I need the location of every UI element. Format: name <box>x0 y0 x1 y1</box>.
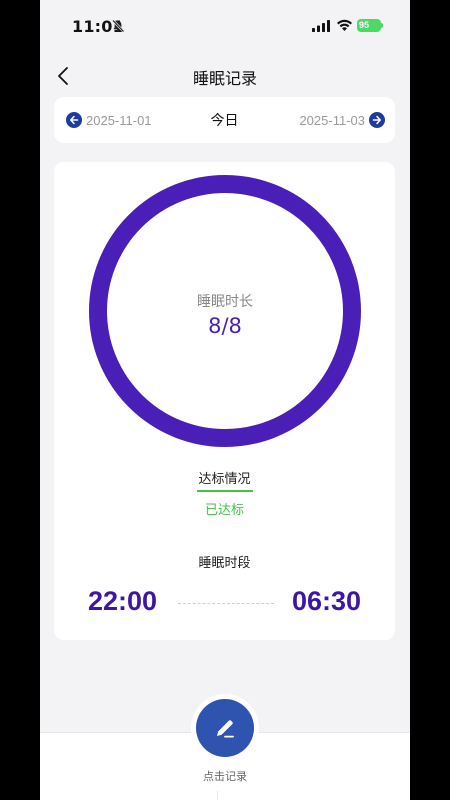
sleep-end-time: 06:30 <box>291 586 361 616</box>
next-date-label: 2025-11-03 <box>299 112 365 128</box>
record-button[interactable] <box>196 699 254 757</box>
sleep-duration-value: 8/8 <box>208 314 242 338</box>
phone-screen: 11:01 95 睡眠记录 2025-11-01 今日 2025-11-03 睡… <box>40 0 410 800</box>
prev-day-button[interactable]: 2025-11-01 <box>66 111 156 129</box>
standard-status-value: 已达标 <box>204 503 244 518</box>
standard-status-underline <box>197 490 253 492</box>
next-day-button[interactable]: 2025-11-03 <box>295 111 385 129</box>
wifi-icon <box>337 19 352 31</box>
battery-level: 95 <box>359 20 370 30</box>
pencil-icon <box>217 720 234 738</box>
page-title: 睡眠记录 <box>192 69 257 88</box>
cellular-signal-icon <box>312 20 330 32</box>
sleep-progress-ring <box>89 175 361 447</box>
nav-bar: 睡眠记录 <box>40 56 410 96</box>
bottom-divider <box>217 791 218 800</box>
ring-progress <box>89 175 361 447</box>
standard-status-label: 达标情况 <box>198 472 251 487</box>
arrow-right-circle-icon <box>369 112 385 128</box>
period-divider <box>178 603 274 604</box>
battery-tip <box>381 23 383 28</box>
sleep-summary-card: 睡眠时长 8/8 达标情况 已达标 睡眠时段 22:00 06:30 <box>54 162 395 640</box>
battery-indicator: 95 <box>357 19 381 32</box>
date-navigator: 2025-11-01 今日 2025-11-03 <box>54 97 395 143</box>
arrow-left-circle-icon <box>66 112 82 128</box>
record-button-label: 点击记录 <box>203 770 247 783</box>
prev-date-label: 2025-11-01 <box>86 112 152 128</box>
bell-muted-icon <box>112 19 125 33</box>
sleep-start-time: 22:00 <box>88 586 158 616</box>
sleep-period-label: 睡眠时段 <box>198 556 251 571</box>
status-bar: 11:01 95 <box>40 0 410 52</box>
sleep-duration-label: 睡眠时长 <box>197 294 253 310</box>
